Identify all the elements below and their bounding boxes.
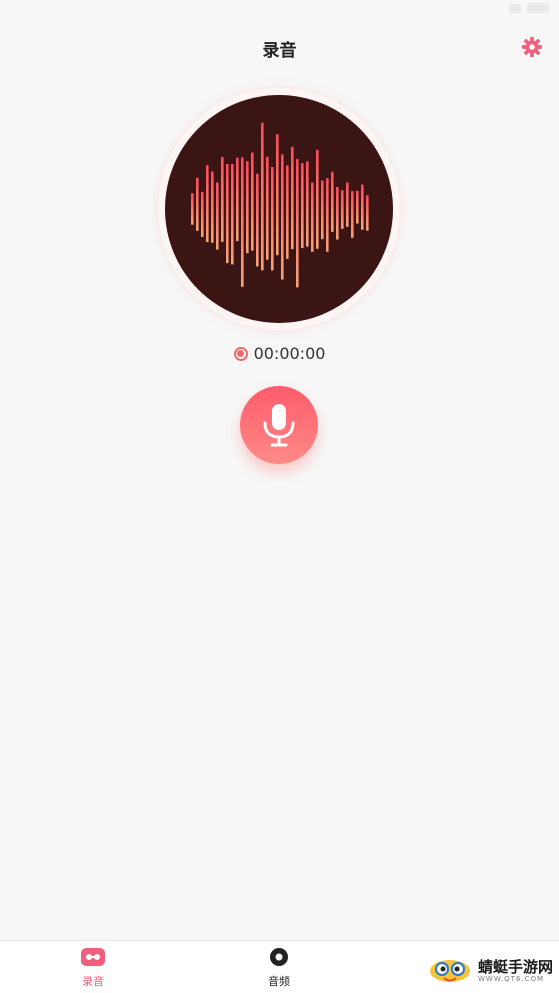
record-tab-icon	[81, 948, 105, 966]
waveform-bar	[341, 190, 344, 229]
waveform-bar	[266, 156, 269, 260]
waveform-bar	[261, 122, 264, 271]
waveform-bar	[291, 146, 294, 250]
waveform-disc	[165, 95, 393, 323]
waveform-bar	[286, 165, 289, 259]
watermark: 蜻蜓手游网 WWW.QT6.COM	[428, 955, 553, 987]
waveform-bar	[351, 191, 354, 238]
watermark-url: WWW.QT6.COM	[477, 975, 545, 983]
waveform-bar	[346, 182, 349, 227]
waveform-bar	[246, 161, 249, 254]
status-bar	[0, 0, 559, 22]
gear-icon	[521, 36, 543, 58]
waveform-bar	[336, 186, 339, 240]
waveform-bar	[251, 152, 254, 251]
waveform-bar	[276, 134, 279, 256]
waveform-bar	[221, 156, 224, 242]
waveform-bar	[306, 161, 309, 247]
dragonfly-logo-icon	[429, 960, 470, 982]
waveform-display	[158, 88, 400, 330]
waveform-bar	[231, 164, 234, 265]
waveform-bar	[196, 177, 199, 231]
waveform-bar	[226, 163, 229, 264]
waveform-bar	[311, 182, 314, 252]
waveform-bar	[271, 166, 274, 271]
record-button[interactable]	[240, 386, 318, 464]
waveform-bar	[256, 173, 259, 267]
bottom-navigation: 录音 音频 蜻蜓手游网 WWW.QT6.COM	[0, 940, 559, 993]
waveform-bar	[281, 154, 284, 280]
record-indicator-icon	[233, 346, 248, 361]
microphone-icon	[263, 404, 295, 447]
tab-audio-label: 音频	[268, 975, 290, 988]
watermark-text: 蜻蜓手游网 WWW.QT6.COM	[478, 959, 553, 983]
tab-record-label: 录音	[82, 975, 104, 988]
waveform-bar	[211, 171, 214, 243]
waveform-bar	[236, 157, 239, 242]
battery-icon	[527, 3, 549, 13]
waveform-bar	[366, 195, 369, 231]
waveform-bar	[301, 163, 304, 249]
waveform-bar	[201, 191, 204, 237]
tab-record[interactable]: 录音	[63, 947, 123, 989]
waveform-bar	[321, 180, 324, 240]
tab-audio[interactable]: 音频	[249, 947, 309, 989]
page-title: 录音	[262, 41, 297, 61]
waveform-bar	[206, 165, 209, 243]
elapsed-time: 00:00:00	[253, 344, 326, 363]
waveform-bar	[361, 184, 364, 230]
settings-button[interactable]	[521, 36, 543, 58]
status-icons	[509, 3, 549, 13]
waveform-bar	[296, 159, 299, 288]
waveform-bar	[241, 157, 244, 287]
wifi-icon	[509, 3, 521, 13]
recording-timer: 00:00:00	[0, 344, 559, 363]
waveform-bar	[356, 190, 359, 224]
disc-tab-icon	[270, 948, 288, 966]
waveform-bar	[331, 171, 334, 232]
waveform-bar	[191, 193, 194, 225]
waveform-bar	[316, 149, 319, 249]
waveform-graphic	[191, 122, 369, 288]
waveform-bar	[326, 178, 329, 252]
watermark-brand: 蜻蜓手游网	[477, 958, 553, 976]
waveform-bar	[216, 182, 219, 250]
waveform-bars	[191, 122, 369, 288]
